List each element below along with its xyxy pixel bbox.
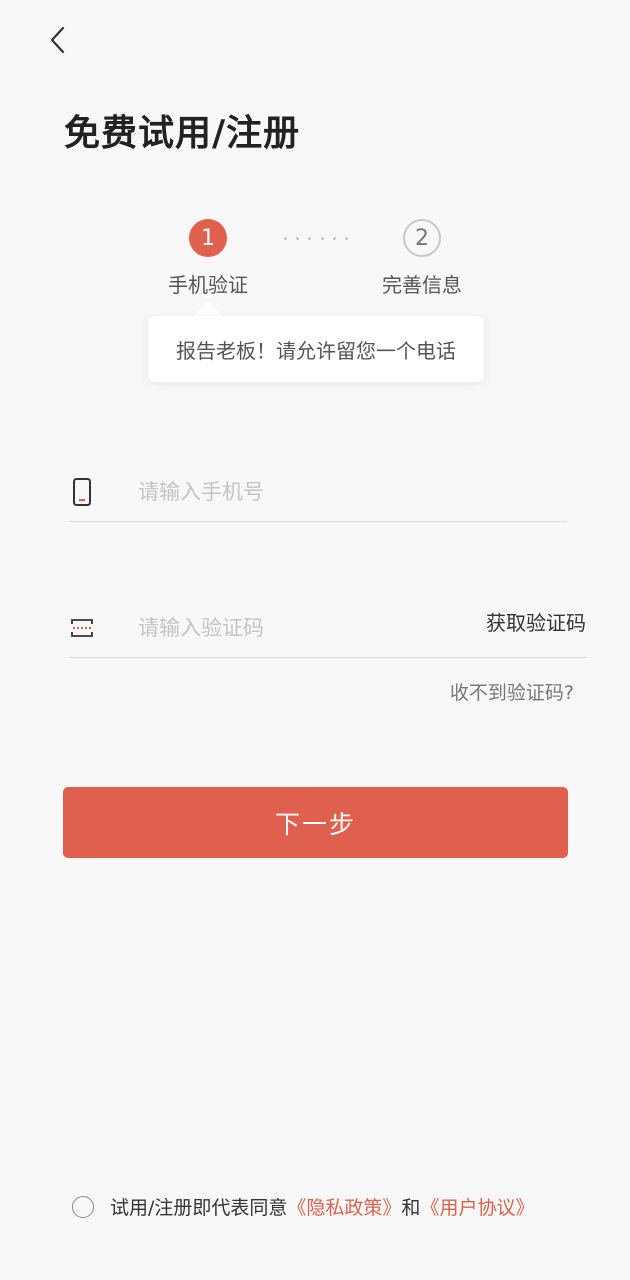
user-agreement-link[interactable]: 《用户协议》 xyxy=(420,1193,534,1220)
get-code-button[interactable]: 获取验证码 xyxy=(486,607,586,636)
agreement-conjunction: 和 xyxy=(401,1197,421,1219)
page-title: 免费试用/注册 xyxy=(64,113,301,154)
step-2-label: 完善信息 xyxy=(382,273,462,297)
chevron-left-icon xyxy=(50,26,65,54)
code-input[interactable] xyxy=(138,615,418,640)
phone-field xyxy=(70,462,567,522)
step-phone-verify: 1 手机验证 xyxy=(158,219,258,298)
next-step-button[interactable]: 下一步 xyxy=(63,787,568,858)
step-2-number: 2 xyxy=(403,219,441,257)
privacy-policy-link[interactable]: 《隐私政策》 xyxy=(287,1193,401,1220)
agreement-radio[interactable] xyxy=(72,1195,94,1218)
step-connector xyxy=(284,237,348,241)
agreement-row: 试用/注册即代表同意 《隐私政策》 和 《用户协议》 xyxy=(72,1193,534,1220)
tooltip-arrow xyxy=(194,302,222,316)
registration-page: 免费试用/注册 1 手机验证 2 完善信息 报告老板！请允许留您一个电话 请输入… xyxy=(0,0,630,1280)
back-button[interactable] xyxy=(40,22,76,58)
agreement-prefix: 试用/注册即代表同意 xyxy=(110,1197,288,1219)
step-complete-info: 2 完善信息 xyxy=(362,219,482,298)
phone-input[interactable] xyxy=(138,479,418,504)
phone-icon xyxy=(70,476,94,508)
step-1-label: 手机验证 xyxy=(168,273,248,297)
no-code-link[interactable]: 收不到验证码? xyxy=(450,678,574,705)
step-1-number: 1 xyxy=(189,219,227,257)
code-field: 获取验证码 xyxy=(70,598,586,658)
tooltip: 报告老板！请允许留您一个电话 xyxy=(148,316,484,382)
code-scan-icon xyxy=(70,612,94,644)
